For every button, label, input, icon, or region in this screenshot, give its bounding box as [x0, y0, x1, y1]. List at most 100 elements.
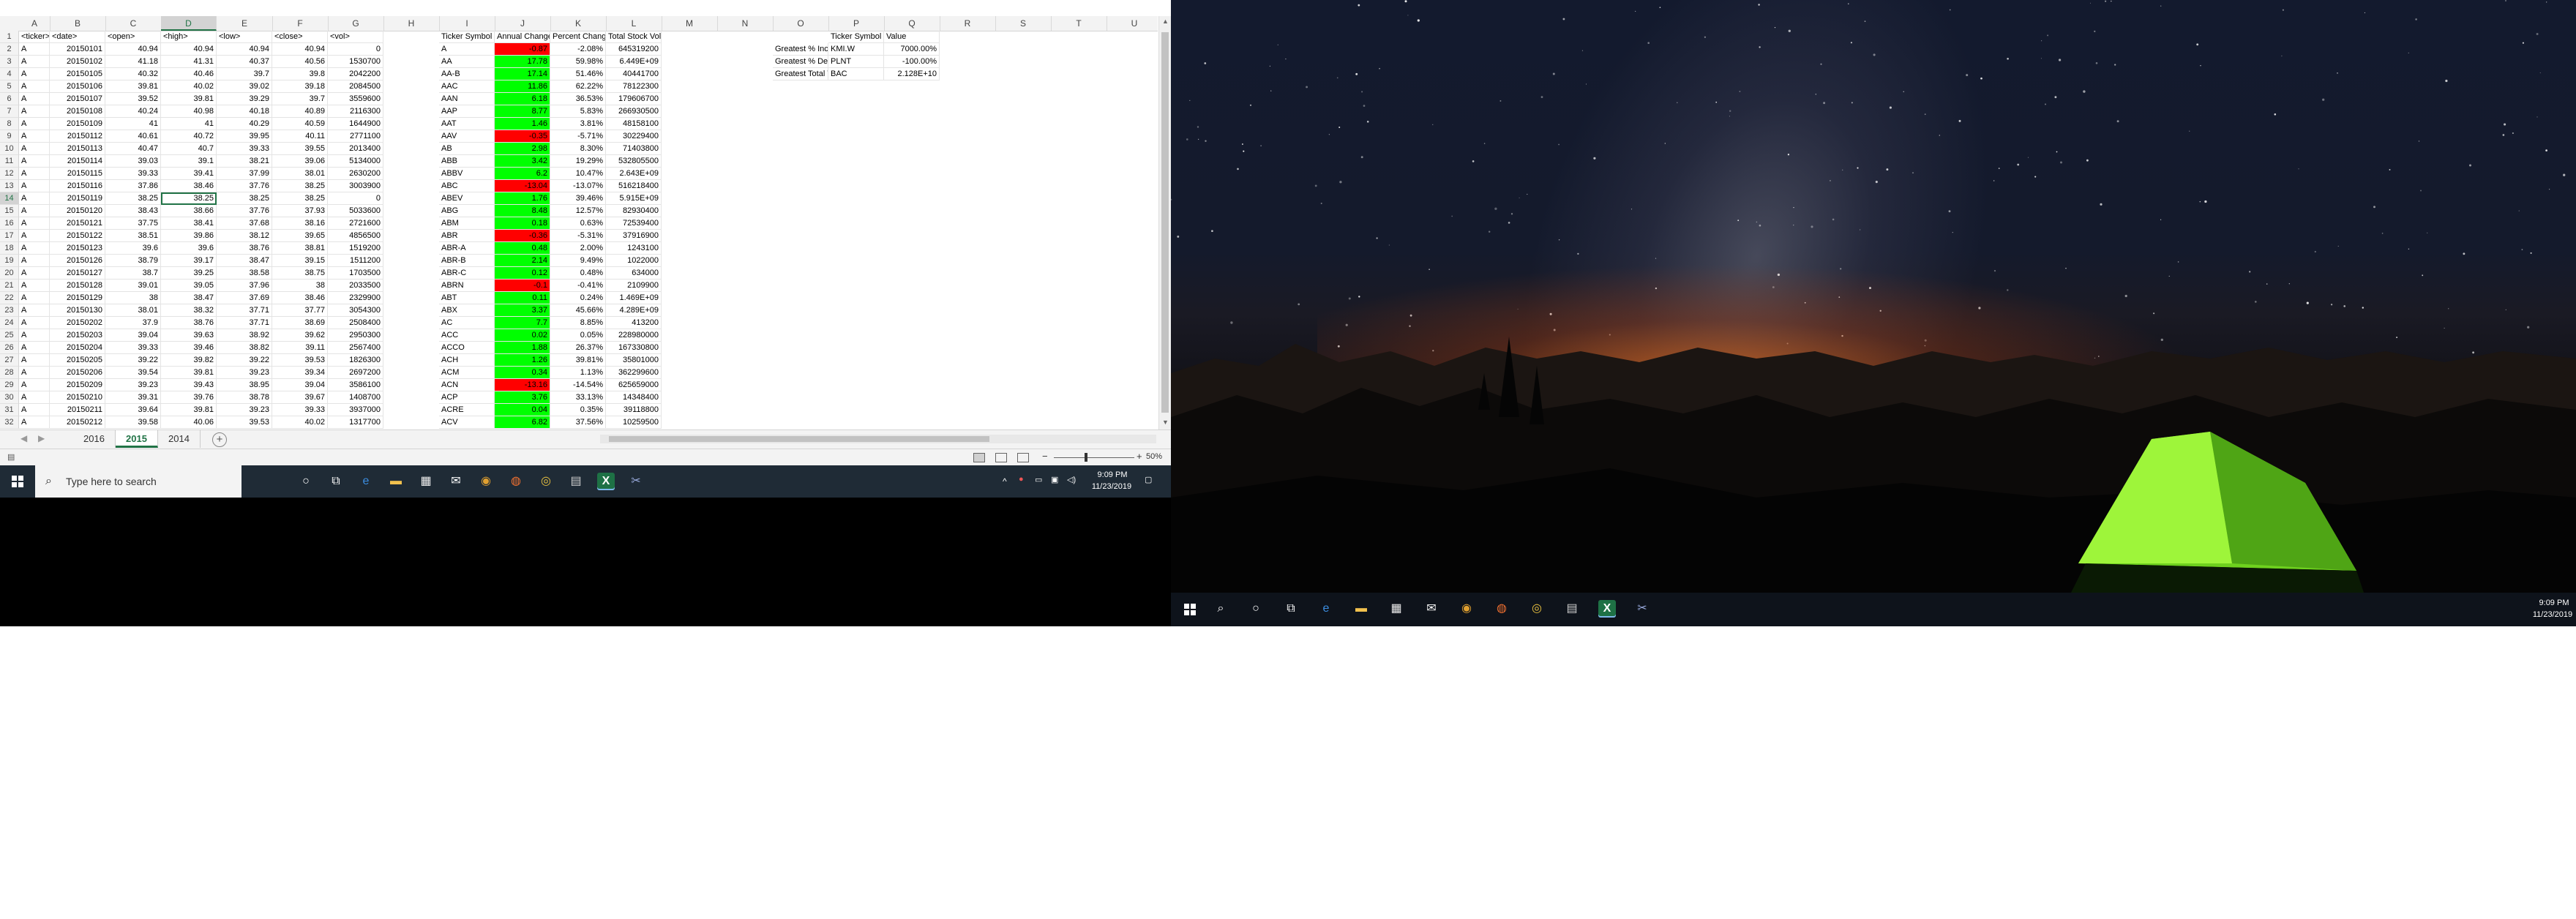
clock-time[interactable]: 9:09 PM	[2532, 599, 2576, 607]
data-cell[interactable]: 38.58	[217, 267, 272, 280]
column-header-e[interactable]: E	[217, 16, 273, 31]
data-cell[interactable]: 39.23	[105, 379, 161, 391]
data-cell[interactable]: 20150109	[50, 118, 105, 130]
data-cell[interactable]: 41	[105, 118, 161, 130]
data-cell[interactable]: 39.55	[272, 143, 328, 155]
row-number[interactable]: 13	[0, 180, 19, 192]
ticker-cell[interactable]: ACM	[439, 367, 495, 379]
data-cell[interactable]: A	[19, 205, 50, 217]
data-cell[interactable]: 20150112	[50, 130, 105, 143]
data-cell[interactable]: 1530700	[328, 56, 383, 68]
summary-label-cell[interactable]: Greatest % Increase	[773, 43, 828, 56]
total-volume-cell[interactable]: 228980000	[606, 329, 662, 342]
files-icon[interactable]: ▤	[567, 473, 585, 490]
row-number[interactable]: 16	[0, 217, 19, 230]
data-cell[interactable]: 38.25	[217, 192, 272, 205]
row-number[interactable]: 2	[0, 43, 19, 56]
clock-date[interactable]: 11/23/2019	[1086, 482, 1137, 491]
macro-record-icon[interactable]: ▤	[7, 452, 15, 462]
data-cell[interactable]: 39.17	[161, 255, 217, 267]
ticker-cell[interactable]: ABR	[439, 230, 495, 242]
data-cell[interactable]: 38.21	[217, 155, 272, 168]
total-volume-cell[interactable]: 167330800	[606, 342, 662, 354]
annual-change-cell[interactable]: -13.16	[495, 379, 550, 391]
clock-time[interactable]: 9:09 PM	[1090, 470, 1134, 479]
data-cell[interactable]: A	[19, 118, 50, 130]
data-cell[interactable]: 2950300	[328, 329, 383, 342]
taskbar-search-box[interactable]: ⌕ Type here to search	[35, 465, 242, 498]
total-volume-cell[interactable]: 266930500	[606, 105, 662, 118]
zoom-in-icon[interactable]: +	[1137, 451, 1142, 462]
percent-change-cell[interactable]: 0.48%	[550, 267, 606, 280]
row-number[interactable]: 23	[0, 304, 19, 317]
percent-change-cell[interactable]: 0.24%	[550, 292, 606, 304]
header-cell[interactable]: <open>	[105, 31, 161, 43]
annual-change-cell[interactable]: 3.42	[495, 155, 550, 168]
data-cell[interactable]: 40.94	[161, 43, 217, 56]
ticker-cell[interactable]: AAT	[439, 118, 495, 130]
total-volume-cell[interactable]: 2.643E+09	[606, 168, 662, 180]
data-cell[interactable]: 2329900	[328, 292, 383, 304]
data-cell[interactable]: 20150119	[50, 192, 105, 205]
column-header-a[interactable]: A	[19, 16, 50, 31]
data-cell[interactable]: 20150101	[50, 43, 105, 56]
header-cell[interactable]: Percent Change	[550, 31, 606, 43]
snipping-icon[interactable]: ✂	[627, 473, 645, 490]
files-icon[interactable]: ▤	[1563, 600, 1581, 618]
data-cell[interactable]: A	[19, 192, 50, 205]
header-cell[interactable]: Total Stock Volume	[606, 31, 662, 43]
total-volume-cell[interactable]: 82930400	[606, 205, 662, 217]
data-cell[interactable]: 20150211	[50, 404, 105, 416]
data-cell[interactable]: 20150108	[50, 105, 105, 118]
vertical-scrollbar[interactable]: ▲ ▼	[1158, 16, 1172, 430]
data-cell[interactable]: 40.98	[161, 105, 217, 118]
data-cell[interactable]: 38.66	[161, 205, 217, 217]
annual-change-cell[interactable]: -0.35	[495, 130, 550, 143]
data-cell[interactable]: 38.82	[217, 342, 272, 354]
data-cell[interactable]: A	[19, 130, 50, 143]
data-cell[interactable]: 39.22	[217, 354, 272, 367]
data-cell[interactable]: A	[19, 155, 50, 168]
data-cell[interactable]: A	[19, 329, 50, 342]
data-cell[interactable]: 38.12	[217, 230, 272, 242]
data-cell[interactable]: 39.33	[105, 342, 161, 354]
column-header-s[interactable]: S	[995, 16, 1052, 31]
total-volume-cell[interactable]: 40441700	[606, 68, 662, 80]
sheet-tab-2015[interactable]: 2015	[116, 430, 158, 448]
data-cell[interactable]: 3586100	[328, 379, 383, 391]
annual-change-cell[interactable]: 6.18	[495, 93, 550, 105]
zoom-slider-knob[interactable]	[1085, 453, 1087, 462]
percent-change-cell[interactable]: 5.83%	[550, 105, 606, 118]
header-cell[interactable]: <ticker>	[19, 31, 50, 43]
data-cell[interactable]: 39.05	[161, 280, 217, 292]
summary-header-cell[interactable]: Value	[884, 31, 940, 43]
annual-change-cell[interactable]: 0.48	[495, 242, 550, 255]
total-volume-cell[interactable]: 413200	[606, 317, 662, 329]
data-cell[interactable]: 40.94	[272, 43, 328, 56]
data-cell[interactable]: 39.6	[105, 242, 161, 255]
percent-change-cell[interactable]: 12.57%	[550, 205, 606, 217]
data-cell[interactable]: 39.41	[161, 168, 217, 180]
data-cell[interactable]: 40.02	[161, 80, 217, 93]
ticker-cell[interactable]: AAC	[439, 80, 495, 93]
ticker-cell[interactable]: AAP	[439, 105, 495, 118]
ticker-cell[interactable]: ACH	[439, 354, 495, 367]
data-cell[interactable]: 3003900	[328, 180, 383, 192]
data-cell[interactable]: 38.16	[272, 217, 328, 230]
scroll-up-icon[interactable]: ▲	[1162, 18, 1169, 25]
annual-change-cell[interactable]: 1.88	[495, 342, 550, 354]
data-cell[interactable]: 37.9	[105, 317, 161, 329]
data-cell[interactable]: 39.54	[105, 367, 161, 379]
data-cell[interactable]: 38.47	[161, 292, 217, 304]
data-cell[interactable]: 4856500	[328, 230, 383, 242]
total-volume-cell[interactable]: 645319200	[606, 43, 662, 56]
data-cell[interactable]: 37.99	[217, 168, 272, 180]
row-number[interactable]: 12	[0, 168, 19, 180]
ticker-cell[interactable]: AC	[439, 317, 495, 329]
percent-change-cell[interactable]: 0.05%	[550, 329, 606, 342]
header-cell[interactable]: Ticker Symbol	[439, 31, 495, 43]
ticker-cell[interactable]: ACC	[439, 329, 495, 342]
column-header-b[interactable]: B	[50, 16, 106, 31]
row-number[interactable]: 10	[0, 143, 19, 155]
percent-change-cell[interactable]: 1.13%	[550, 367, 606, 379]
